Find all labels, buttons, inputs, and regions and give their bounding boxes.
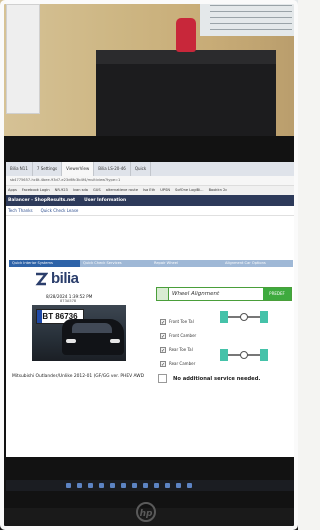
checkmark-icon[interactable]: ✓ — [160, 346, 166, 354]
checkmark-icon[interactable]: ✓ — [160, 332, 166, 340]
bilia-logo: bilia — [34, 270, 79, 287]
bookmark-item[interactable]: Isa Eth — [143, 186, 155, 195]
taskbar-app-icon[interactable] — [132, 483, 137, 488]
browser-tabs: Bilia N11 7 Settings ViewerView Bilia LS… — [6, 162, 296, 176]
taskbar-app-icon[interactable] — [110, 483, 115, 488]
taskbar-app-icon[interactable] — [187, 483, 192, 488]
nav-item-shop-results[interactable]: Balancer - ShopResults.net — [8, 195, 75, 206]
browser-tab[interactable]: Bilia LS-20-46 — [94, 162, 131, 176]
bookmark-item[interactable]: Facebook Login — [22, 186, 50, 195]
wheel-alignment-button[interactable]: PREDEF — [263, 288, 291, 300]
wheel-alignment-label: Wheel Alignment — [172, 291, 220, 297]
step-tab[interactable]: Quick Check Services — [80, 260, 151, 267]
step-tab[interactable]: Repair Wheel — [151, 260, 222, 267]
no-additional-service-label: No additional service needed. — [173, 375, 261, 382]
nav-item-user-information[interactable]: User Information — [84, 195, 126, 206]
taskbar-app-icon[interactable] — [121, 483, 126, 488]
hp-logo: hp — [136, 502, 156, 522]
car-image — [62, 319, 124, 355]
taskbar-app-icon[interactable] — [176, 483, 181, 488]
wheel-alignment-option: Wheel Alignment PREDEF — [156, 287, 292, 301]
checkmark-icon[interactable]: ✓ — [160, 360, 166, 368]
app-subnav: Tech Thanks Quick Check Lease — [6, 206, 296, 216]
wall-paper-left — [6, 4, 40, 114]
taskbar — [6, 480, 296, 491]
no-additional-service-checkbox[interactable] — [158, 374, 167, 383]
checkmark-icon[interactable]: ✓ — [160, 318, 166, 326]
bookmark-item[interactable]: NR-923 — [55, 186, 68, 195]
browser-tab[interactable]: 7 Settings — [33, 162, 63, 176]
vehicle-photo: BT 86736 — [32, 305, 126, 361]
office-wall — [0, 0, 298, 140]
wheel-alignment-checkbox[interactable] — [157, 288, 169, 300]
address-bar[interactable]: sb4775657-hc8t-4bee-93d7-e23d6fc3b4f4/mu… — [6, 176, 296, 186]
taskbar-app-icon[interactable] — [99, 483, 104, 488]
browser-tab[interactable]: Quick — [131, 162, 152, 176]
bookmark-item[interactable]: alternatieve route — [106, 186, 138, 195]
bookmark-item[interactable]: Apps — [8, 186, 17, 195]
browser-tab[interactable]: Bilia N11 — [6, 162, 33, 176]
bilia-logo-mark-icon — [35, 272, 48, 285]
monitor-screen: Bilia N11 7 Settings ViewerView Bilia LS… — [6, 162, 296, 457]
vehicle-description: Mitsubishi Outlander/Unlike 2012-01 (GF/… — [12, 374, 144, 379]
app-nav: Balancer - ShopResults.net User Informat… — [6, 195, 296, 206]
bookmark-item[interactable]: SofOne LogiBi... — [175, 186, 204, 195]
taskbar-app-icon[interactable] — [66, 483, 71, 488]
computer-tower — [96, 50, 276, 138]
no-additional-service: No additional service needed. — [158, 374, 260, 383]
taskbar-app-icon[interactable] — [165, 483, 170, 488]
red-toy-figure — [176, 18, 196, 52]
logo-text: bilia — [51, 270, 79, 287]
taskbar-app-icon[interactable] — [143, 483, 148, 488]
wall-paper-right — [200, 0, 298, 36]
bookmarks-bar: Apps Facebook Login NR-923 Ivan sda GUS … — [6, 186, 296, 195]
front-axle-icon — [220, 307, 268, 335]
bookmark-item[interactable]: Ivan sda — [73, 186, 88, 195]
vehicle-id: 873A578 — [60, 299, 77, 303]
subnav-item[interactable]: Tech Thanks — [8, 206, 33, 215]
taskbar-app-icon[interactable] — [77, 483, 82, 488]
step-tab[interactable]: Alignment Car Options — [222, 260, 293, 267]
taskbar-app-icon[interactable] — [154, 483, 159, 488]
step-tab-active[interactable]: Quick Interior Systems — [9, 260, 80, 267]
bookmark-item[interactable]: UPSN — [160, 186, 170, 195]
step-bar: Quick Interior Systems Quick Check Servi… — [9, 260, 293, 267]
rear-axle-icon — [220, 345, 268, 373]
bookmark-item[interactable]: Bookkn 2c — [209, 186, 228, 195]
taskbar-app-icon[interactable] — [88, 483, 93, 488]
bookmark-item[interactable]: GUS — [93, 186, 101, 195]
eu-flag-icon — [37, 310, 42, 323]
browser-tab-active[interactable]: ViewerView — [62, 162, 95, 176]
photo-scene: Bilia N11 7 Settings ViewerView Bilia LS… — [0, 0, 298, 530]
subnav-item[interactable]: Quick Check Lease — [41, 206, 79, 215]
